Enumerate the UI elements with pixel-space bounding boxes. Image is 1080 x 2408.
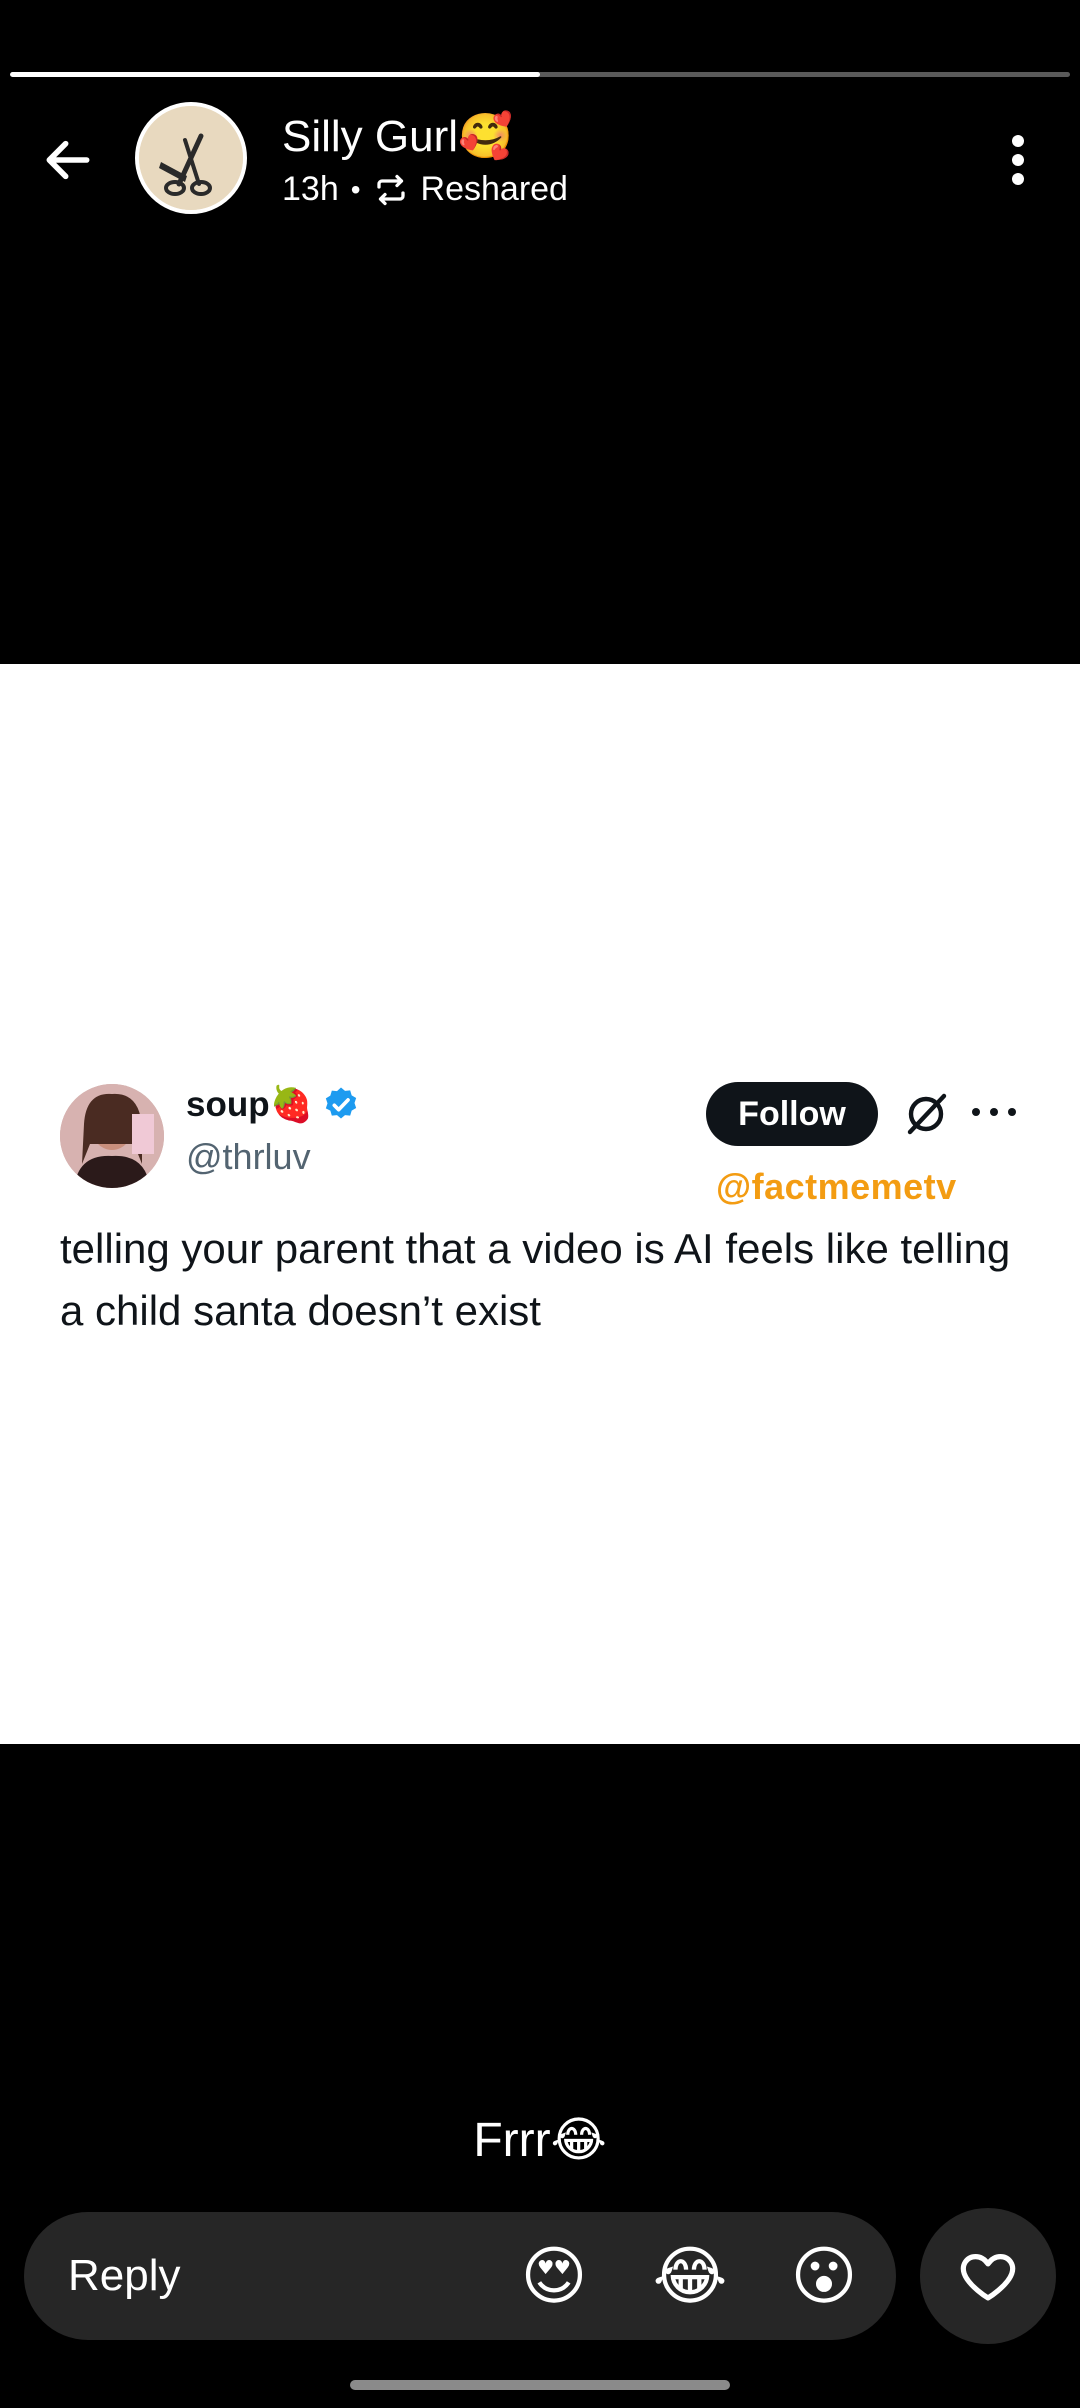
story-time: 13h (282, 170, 339, 208)
reply-input[interactable]: Reply 😍 😂 😮 (24, 2212, 896, 2340)
user-avatar[interactable] (135, 102, 247, 214)
tweet-author-name: soup🍓 (186, 1084, 361, 1125)
more-options-button[interactable] (1000, 128, 1036, 192)
tweet-follow-button: Follow (706, 1082, 878, 1146)
reshare-icon (376, 174, 405, 205)
like-button[interactable] (920, 2208, 1056, 2344)
tweet-author-avatar (60, 1084, 164, 1188)
back-button[interactable] (36, 128, 100, 192)
verified-badge-icon (326, 1087, 357, 1118)
tweet-more-icon (972, 1100, 1016, 1124)
back-arrow-icon (46, 140, 90, 180)
emoji-surprised-button[interactable]: 😮 (784, 2236, 864, 2316)
more-vertical-icon (1012, 135, 1024, 185)
reply-placeholder: Reply (68, 2251, 181, 2300)
home-indicator[interactable] (350, 2380, 730, 2390)
emoji-heart-eyes-button[interactable]: 😍 (514, 2236, 594, 2316)
story-progress-bar (10, 72, 1070, 77)
story-username[interactable]: Silly Gurl🥰 (282, 110, 513, 162)
scissors-avatar-image (139, 106, 243, 210)
heart-icon (960, 2254, 1016, 2301)
tweet-author-name-text: soup🍓 (186, 1085, 314, 1124)
story-meta: 13h • Reshared (282, 170, 568, 209)
watermark: @factmemetv (716, 1166, 957, 1207)
tweet-text: telling your parent that a video is AI f… (60, 1225, 1011, 1334)
reshared-label: Reshared (420, 170, 568, 208)
shared-post-image[interactable]: soup🍓 @thrluv Follow @factmemetv telling… (0, 664, 1080, 1744)
meta-separator: • (350, 173, 361, 205)
grok-icon (907, 1093, 947, 1135)
tweet-author-handle: @thrluv (186, 1136, 311, 1177)
emoji-laughing-button[interactable]: 😂 (650, 2236, 730, 2316)
story-caption: Frrr😂 (473, 2114, 607, 2167)
story-progress-fill (10, 72, 540, 77)
